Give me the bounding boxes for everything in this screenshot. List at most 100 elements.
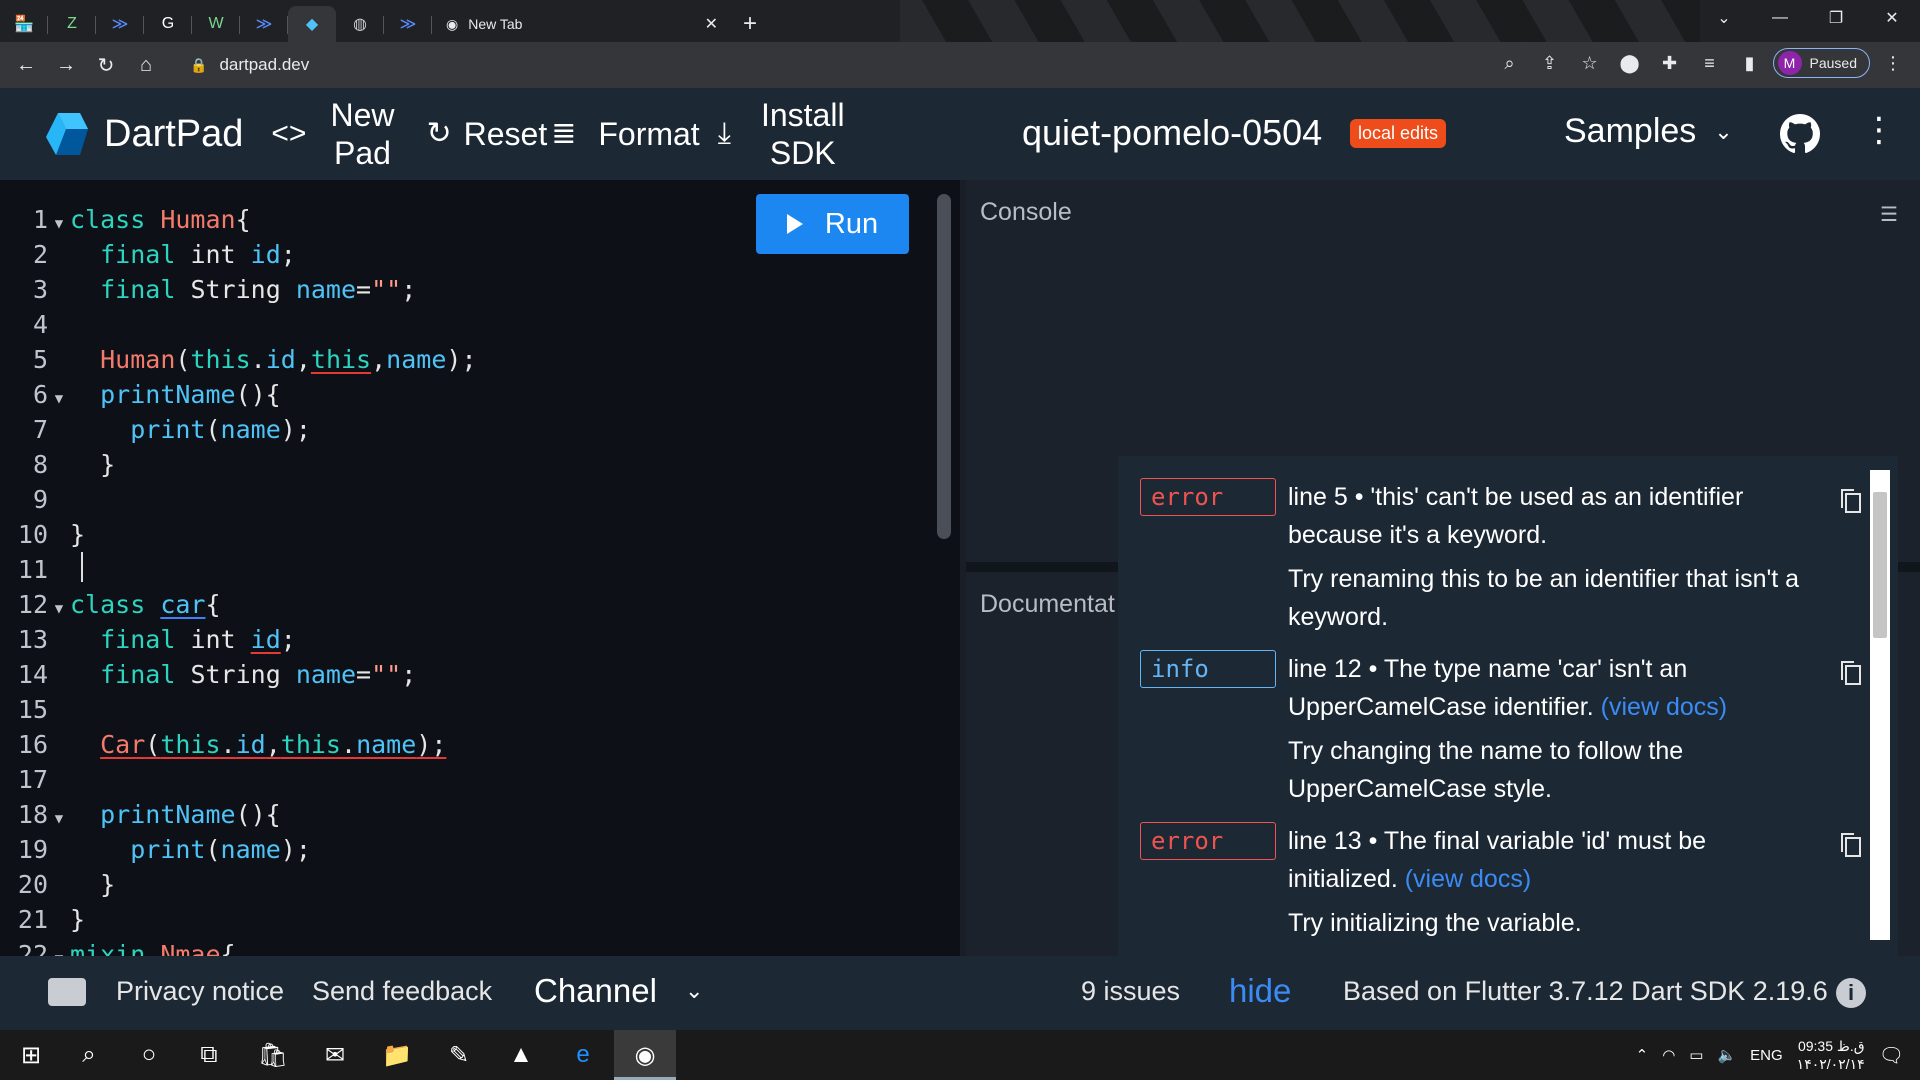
volume-icon[interactable]: 🔈	[1717, 1046, 1736, 1064]
chevron-up-icon[interactable]: ⌃	[1636, 1046, 1649, 1064]
wifi-icon[interactable]: ◠	[1662, 1046, 1675, 1064]
copy-icon[interactable]	[1840, 832, 1862, 858]
more-menu-icon[interactable]: ⋮	[1862, 110, 1896, 150]
file-explorer-icon[interactable]: 📁	[382, 1040, 412, 1070]
issue-message[interactable]: line 12 • The type name 'car' isn't an U…	[1288, 650, 1808, 726]
extension-icon[interactable]: ⬤	[1613, 46, 1647, 80]
console-label: Console	[980, 198, 1072, 226]
store-icon[interactable]: 🛍	[258, 1040, 288, 1070]
clock[interactable]: 09:35 ق.ظ ۱۴۰۲/۰۲/۱۴	[1797, 1037, 1865, 1073]
task-view-icon[interactable]: ⧉	[194, 1040, 224, 1070]
github-icon[interactable]	[1780, 114, 1820, 154]
dart-logo-icon	[46, 113, 88, 155]
install-sdk-button[interactable]: ⤓ Install SDK	[718, 96, 845, 172]
issue-correction: Try renaming this to be an identifier th…	[1288, 565, 1800, 631]
tab-zotero[interactable]: Z	[48, 6, 96, 42]
code-line: 10 }	[17, 520, 86, 549]
code-line: 2 final int id;	[32, 240, 296, 269]
format-button[interactable]: ≣ Format	[551, 115, 699, 153]
reload-icon[interactable]: ↻	[86, 45, 126, 85]
tab-globe[interactable]: ◍	[336, 6, 384, 42]
privacy-notice-link[interactable]: Privacy notice	[116, 976, 284, 1007]
share-icon[interactable]: ⇪	[1533, 46, 1567, 80]
issue-message[interactable]: line 5 • 'this' can't be used as an iden…	[1288, 478, 1808, 554]
issue-message[interactable]: line 13 • The final variable 'id' must b…	[1288, 822, 1808, 898]
channel-dropdown[interactable]: Channel ⌄	[534, 972, 703, 1010]
samples-dropdown[interactable]: Samples ⌄	[1564, 112, 1733, 151]
code-line: 18 ▼ printName(){	[17, 800, 281, 829]
documentation-label: Documentat	[980, 590, 1115, 618]
side-panel-icon[interactable]: ▮	[1733, 46, 1767, 80]
w-icon: W	[208, 15, 224, 32]
restore-icon[interactable]: ❐	[1808, 0, 1864, 36]
reset-button[interactable]: ↻ Reset	[426, 115, 547, 153]
battery-icon[interactable]: ▭	[1689, 1046, 1703, 1064]
close-window-icon[interactable]: ✕	[1864, 0, 1920, 36]
puzzle-icon[interactable]: ✚	[1653, 46, 1687, 80]
new-pad-button[interactable]: <> New Pad	[271, 96, 394, 172]
keyboard-icon[interactable]	[48, 978, 86, 1006]
tab-w[interactable]: W	[192, 6, 240, 42]
dart-icon: ◆	[305, 16, 319, 33]
windows-start-icon[interactable]: ⊞	[16, 1040, 46, 1070]
minimize-icon[interactable]: —	[1752, 0, 1808, 36]
media-icon[interactable]: ≡	[1693, 46, 1727, 80]
zoom-icon[interactable]: ⌕	[1493, 46, 1527, 80]
star-icon[interactable]: ☆	[1573, 46, 1607, 80]
pad-name[interactable]: quiet-pomelo-0504	[1022, 112, 1322, 154]
vlc-icon[interactable]: ▲	[506, 1040, 536, 1070]
close-tab-icon[interactable]: ✕	[705, 14, 718, 34]
copy-icon[interactable]	[1840, 488, 1862, 514]
view-docs-link[interactable]: (view docs)	[1601, 693, 1727, 721]
store-icon: 🏪	[14, 16, 34, 33]
hide-issues-link[interactable]: hide	[1229, 972, 1291, 1010]
code-line: 15	[17, 695, 48, 724]
refresh-icon: ↻	[426, 117, 452, 150]
issues-scrollbar-thumb[interactable]	[1873, 492, 1887, 638]
z-icon: Z	[67, 15, 77, 32]
tab-dartpad[interactable]: ◆	[288, 6, 336, 42]
clear-console-icon[interactable]: ☰	[1880, 202, 1898, 227]
code-line: 17	[17, 765, 48, 794]
clock-date: ۱۴۰۲/۰۲/۱۴	[1796, 1056, 1865, 1072]
run-button[interactable]: Run	[756, 194, 909, 254]
window-controls: ⌄ — ❐ ✕	[1696, 0, 1920, 42]
tab-new-tab[interactable]: ◉ New Tab ✕	[432, 6, 732, 42]
cortana-icon[interactable]: ○	[134, 1040, 164, 1070]
issue-kind-label: error	[1140, 478, 1276, 516]
tabstrip-background	[900, 0, 1700, 42]
forward-icon[interactable]: →	[46, 45, 86, 85]
back-icon[interactable]: ←	[6, 45, 46, 85]
address-bar: ← → ↻ ⌂ 🔒 dartpad.dev ⌕ ⇪ ☆ ⬤ ✚ ≡ ▮ M Pa…	[0, 42, 1920, 88]
chrome-icon[interactable]: ◉	[630, 1040, 660, 1070]
new-tab-button[interactable]: +	[732, 6, 768, 42]
app-icon[interactable]: ✎	[444, 1040, 474, 1070]
home-icon[interactable]: ⌂	[126, 45, 166, 85]
mail-icon[interactable]: ✉	[320, 1040, 350, 1070]
issues-panel: error line 5 • 'this' can't be used as a…	[1118, 456, 1898, 956]
code-editor[interactable]: 1 ▼ class Human{ 2 final int id; 3 final S…	[0, 180, 960, 956]
system-tray: ⌃ ◠ ▭ 🔈 ENG 09:35 ق.ظ ۱۴۰۲/۰۲/۱۴ 🗨	[1636, 1030, 1920, 1080]
samples-label: Samples	[1564, 112, 1697, 150]
send-feedback-link[interactable]: Send feedback	[312, 976, 492, 1007]
chrome-menu-icon[interactable]: ⋮	[1876, 46, 1910, 80]
tab-app-2[interactable]: ≫	[240, 6, 288, 42]
tab-store[interactable]: 🏪	[0, 6, 48, 42]
edge-icon[interactable]: e	[568, 1040, 598, 1070]
tab-app-1[interactable]: ≫	[96, 6, 144, 42]
info-icon[interactable]: i	[1836, 978, 1866, 1008]
view-docs-link[interactable]: (view docs)	[1405, 865, 1531, 893]
tab-title: New Tab	[468, 16, 523, 32]
tab-search-icon[interactable]: ⌄	[1696, 0, 1752, 36]
notifications-icon[interactable]: 🗨	[1879, 1043, 1904, 1068]
tab-app-3[interactable]: ≫	[384, 6, 432, 42]
reset-label: Reset	[463, 116, 548, 152]
language-indicator[interactable]: ENG	[1750, 1047, 1783, 1064]
profile-button[interactable]: M Paused	[1772, 48, 1870, 78]
code-line: 1 ▼ class Human{	[32, 205, 251, 234]
tab-google[interactable]: G	[144, 6, 192, 42]
editor-scrollbar[interactable]	[937, 194, 951, 539]
copy-icon[interactable]	[1840, 660, 1862, 686]
search-icon[interactable]: ⌕	[74, 1040, 104, 1070]
url-field[interactable]: 🔒 dartpad.dev	[190, 55, 309, 75]
